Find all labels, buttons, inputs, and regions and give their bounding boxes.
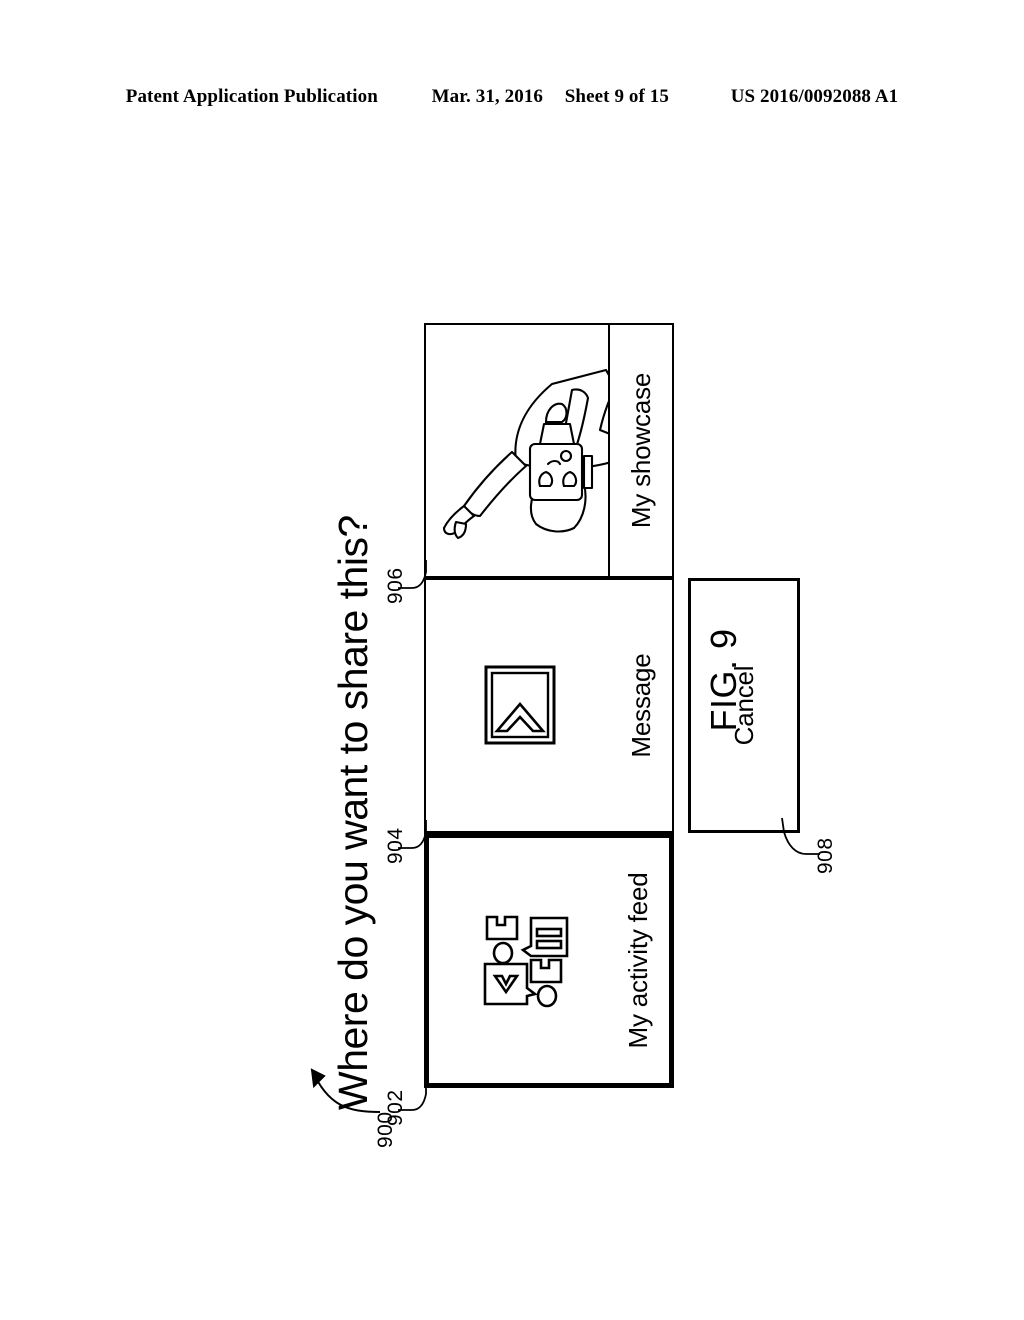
- leader-line-908: [781, 817, 820, 855]
- share-option-label: My showcase: [608, 325, 672, 576]
- activity-feed-icon: [429, 838, 617, 1083]
- share-target-list: My activity feed Message My showcase: [424, 323, 674, 1088]
- leader-line-900: [310, 1068, 381, 1113]
- share-option-label: My activity feed: [622, 872, 653, 1049]
- figure-caption: FIG. 9: [703, 628, 744, 732]
- publication-date: Mar. 31, 2016: [431, 86, 544, 107]
- envelope-icon: [426, 580, 614, 831]
- share-option-message[interactable]: Message: [424, 578, 674, 833]
- sheet-number: Sheet 9 of 15: [564, 86, 669, 107]
- share-option-label: Message: [625, 653, 656, 758]
- dialog-title: Where do you want to share this?: [330, 515, 376, 1110]
- share-option-my-activity-feed[interactable]: My activity feed: [424, 833, 674, 1088]
- patent-number: US 2016/0092088 A1: [730, 86, 899, 107]
- share-option-my-showcase[interactable]: My showcase: [424, 323, 674, 578]
- leader-line-906: [398, 560, 427, 589]
- publication-label: Patent Application Publication: [125, 86, 378, 107]
- patent-page-header: Patent Application Publication Mar. 31, …: [0, 86, 1024, 108]
